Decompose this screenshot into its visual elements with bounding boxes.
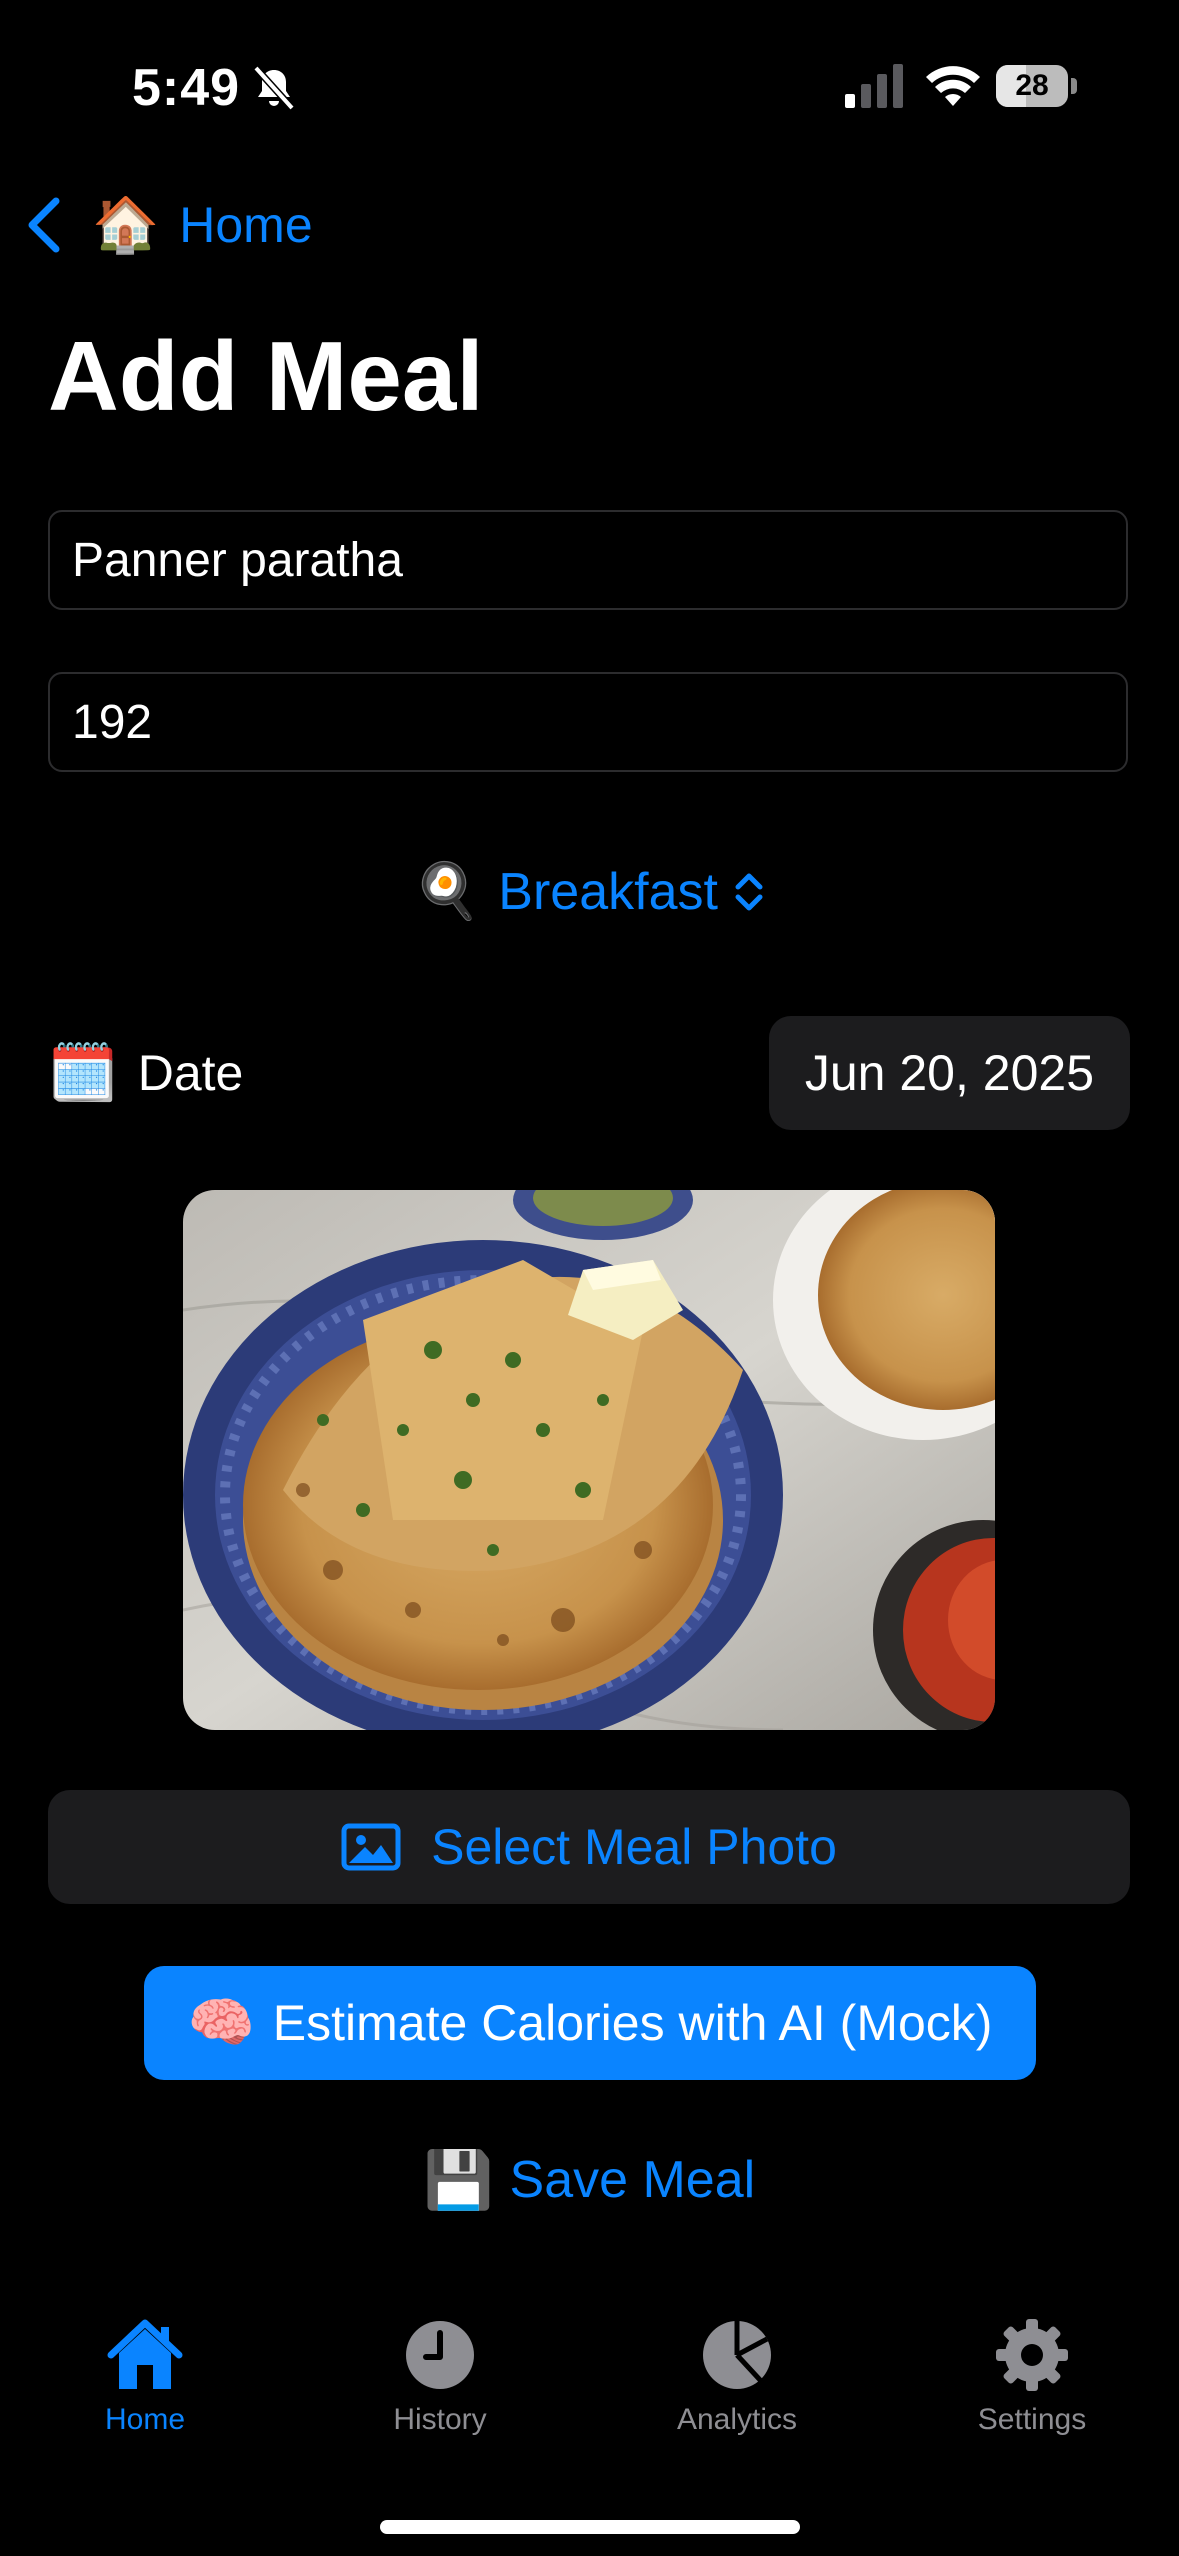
silent-bell-icon	[253, 65, 295, 111]
battery-indicator: 28	[996, 65, 1078, 107]
battery-level-text: 28	[1015, 69, 1049, 102]
tab-home[interactable]: Home	[25, 2315, 265, 2437]
select-photo-label: Select Meal Photo	[431, 1819, 837, 1875]
wifi-icon	[926, 66, 980, 106]
tab-home-label: Home	[104, 2403, 186, 2436]
tab-settings-label: Settings	[977, 2403, 1087, 2436]
save-meal-button[interactable]: 💾 Save Meal	[0, 2140, 1179, 2220]
gear-icon	[996, 2319, 1068, 2391]
tab-bar: Home History Analytics Settings	[0, 2315, 1179, 2475]
chevron-left-icon	[28, 197, 60, 253]
save-meal-label: Save Meal	[509, 2151, 756, 2209]
meal-type-picker[interactable]: 🍳 Breakfast	[0, 860, 1179, 923]
calendar-icon: 🗓️	[48, 1040, 118, 1104]
back-button[interactable]: 🏠 Home	[24, 190, 313, 260]
tab-history-label: History	[393, 2403, 487, 2436]
meal-name-input[interactable]	[48, 510, 1128, 610]
cellular-signal-icon	[845, 64, 903, 108]
tab-settings[interactable]: Settings	[912, 2315, 1152, 2437]
date-label: Date	[137, 1044, 244, 1101]
house-emoji-icon: 🏠	[92, 194, 160, 255]
home-indicator	[380, 2520, 800, 2534]
tab-analytics[interactable]: Analytics	[617, 2315, 857, 2437]
pie-chart-icon	[703, 2319, 771, 2389]
date-row: 🗓️ Date Jun 20, 2025	[48, 1015, 1130, 1130]
estimate-calories-button[interactable]: 🧠 Estimate Calories with AI (Mock)	[144, 1966, 1036, 2080]
tab-history[interactable]: History	[320, 2315, 560, 2437]
meal-type-value: Breakfast	[498, 862, 718, 921]
back-label: Home	[179, 197, 313, 253]
frying-pan-icon: 🍳	[413, 861, 481, 921]
page-title: Add Meal	[48, 321, 484, 431]
select-photo-button[interactable]: Select Meal Photo	[48, 1790, 1130, 1904]
tab-analytics-label: Analytics	[676, 2403, 798, 2436]
floppy-disk-icon: 💾	[423, 2148, 494, 2211]
meal-photo	[183, 1190, 995, 1730]
calories-input[interactable]	[48, 672, 1128, 772]
photo-icon	[341, 1823, 401, 1871]
status-time: 5:49	[132, 59, 241, 117]
brain-icon: 🧠	[187, 1992, 255, 2053]
house-icon	[107, 2319, 183, 2389]
date-picker-button[interactable]: Jun 20, 2025	[768, 1015, 1130, 1130]
date-label-group: 🗓️ Date	[48, 1040, 243, 1106]
clock-icon	[406, 2321, 474, 2389]
estimate-calories-label: Estimate Calories with AI (Mock)	[272, 1995, 993, 2051]
chevron-up-down-icon	[735, 873, 763, 910]
